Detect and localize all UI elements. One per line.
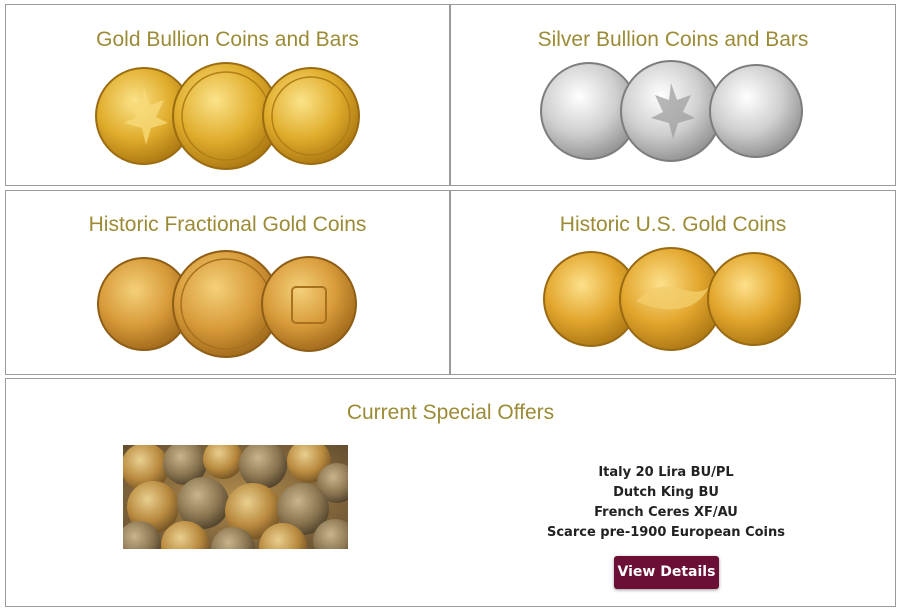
special-offers-coins-image[interactable] — [123, 445, 348, 549]
krugerrand-coin — [262, 67, 360, 165]
offer-item: Italy 20 Lira BU/PL — [598, 465, 734, 480]
category-fractional-gold[interactable]: Historic Fractional Gold Coins — [5, 190, 450, 375]
special-offers-title: Current Special Offers — [346, 401, 555, 424]
gold-bullion-coins-image[interactable] — [6, 5, 451, 187]
silver-bullion-coins-image[interactable] — [451, 5, 897, 187]
us-gold-coins-image[interactable] — [451, 191, 897, 376]
saint-gaudens-liberty-coin — [707, 252, 801, 346]
category-silver-bullion[interactable]: Silver Bullion Coins and Bars — [450, 4, 896, 186]
special-offers-panel: Current Special Offers Italy 20 Lira BU/… — [5, 378, 896, 607]
fractional-gold-coins-image[interactable] — [6, 191, 451, 376]
special-offers-list: Italy 20 Lira BU/PL Dutch King BU French… — [526, 463, 806, 543]
offer-item: French Ceres XF/AU — [594, 505, 738, 520]
offer-item: Dutch King BU — [613, 485, 719, 500]
category-gold-bullion[interactable]: Gold Bullion Coins and Bars — [5, 4, 450, 186]
category-us-gold[interactable]: Historic U.S. Gold Coins — [450, 190, 896, 375]
offer-item: Scarce pre-1900 European Coins — [546, 525, 785, 540]
netherlands-gold-coin — [261, 256, 357, 352]
view-details-button[interactable]: View Details — [614, 556, 719, 589]
silver-philharmonic-coin — [709, 64, 803, 158]
